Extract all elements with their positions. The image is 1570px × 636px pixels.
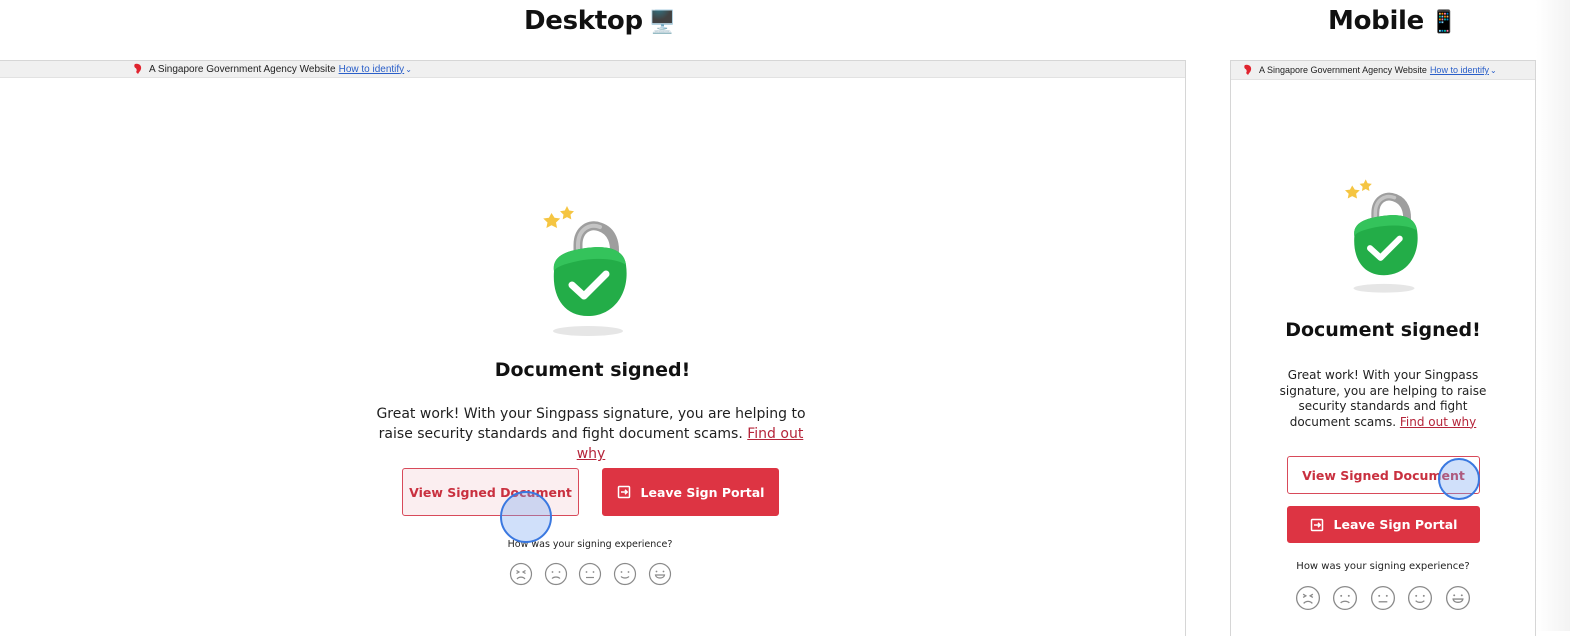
unhappy-face-icon[interactable] <box>544 562 568 586</box>
rating-question: How was your signing experience? <box>1296 561 1470 572</box>
neutral-face-icon[interactable] <box>578 562 602 586</box>
unhappy-face-icon[interactable] <box>1332 585 1358 611</box>
exit-icon <box>1310 518 1324 532</box>
padlock-check-illustration <box>1345 179 1418 293</box>
leave-sign-portal-label: Leave Sign Portal <box>1333 517 1458 532</box>
how-to-identify-link[interactable]: How to identify <box>1430 65 1489 75</box>
gov-masthead: A Singapore Government Agency Website Ho… <box>1231 61 1535 80</box>
lion-head-icon <box>1244 64 1252 75</box>
padlock-check-illustration <box>543 206 627 336</box>
desktop-preview: A Singapore Government Agency Website Ho… <box>0 60 1186 636</box>
gov-masthead: A Singapore Government Agency Website Ho… <box>0 61 1185 78</box>
leave-sign-portal-button[interactable]: Leave Sign Portal <box>1287 506 1480 543</box>
view-signed-document-label: View Signed Document <box>409 484 572 500</box>
mobile-phone-icon: 📱 <box>1430 10 1458 35</box>
neutral-face-icon[interactable] <box>1370 585 1396 611</box>
mobile-preview: A Singapore Government Agency Website Ho… <box>1230 60 1536 636</box>
desktop-heading-text: Desktop <box>524 6 643 36</box>
page-title: Document signed! <box>494 359 691 381</box>
success-message: Great work! With your Singpass signature… <box>370 404 812 464</box>
leave-sign-portal-label: Leave Sign Portal <box>640 484 765 500</box>
lion-head-icon <box>134 63 142 74</box>
page-title: Document signed! <box>1285 319 1481 341</box>
rating-question: How was your signing experience? <box>507 539 673 550</box>
gov-masthead-text: A Singapore Government Agency Website <box>1259 65 1427 75</box>
very-unhappy-face-icon[interactable] <box>1295 585 1321 611</box>
success-message: Great work! With your Singpass signature… <box>1269 368 1497 430</box>
very-unhappy-face-icon[interactable] <box>509 562 533 586</box>
leave-sign-portal-button[interactable]: Leave Sign Portal <box>602 468 779 516</box>
find-out-why-link[interactable]: Find out why <box>1400 415 1476 429</box>
how-to-identify-link[interactable]: How to identify <box>339 64 405 75</box>
exit-icon <box>617 485 631 499</box>
desktop-heading: Desktop 🖥️ <box>524 6 676 36</box>
page-edge-shade <box>1536 0 1570 631</box>
happy-face-icon[interactable] <box>613 562 637 586</box>
chevron-down-icon[interactable]: ⌄ <box>405 65 412 74</box>
happy-face-icon[interactable] <box>1407 585 1433 611</box>
view-signed-document-button[interactable]: View Signed Document <box>402 468 579 516</box>
desktop-monitor-icon: 🖥️ <box>648 10 676 35</box>
very-happy-face-icon[interactable] <box>648 562 672 586</box>
chevron-down-icon[interactable]: ⌄ <box>1490 66 1497 75</box>
gov-masthead-text: A Singapore Government Agency Website <box>149 63 336 75</box>
mobile-heading-text: Mobile <box>1328 6 1425 36</box>
very-happy-face-icon[interactable] <box>1445 585 1471 611</box>
view-signed-document-button[interactable]: View Signed Document <box>1287 456 1480 494</box>
mobile-heading: Mobile 📱 <box>1328 6 1457 36</box>
view-signed-document-label: View Signed Document <box>1302 467 1465 483</box>
success-message-text: Great work! With your Singpass signature… <box>376 406 806 442</box>
